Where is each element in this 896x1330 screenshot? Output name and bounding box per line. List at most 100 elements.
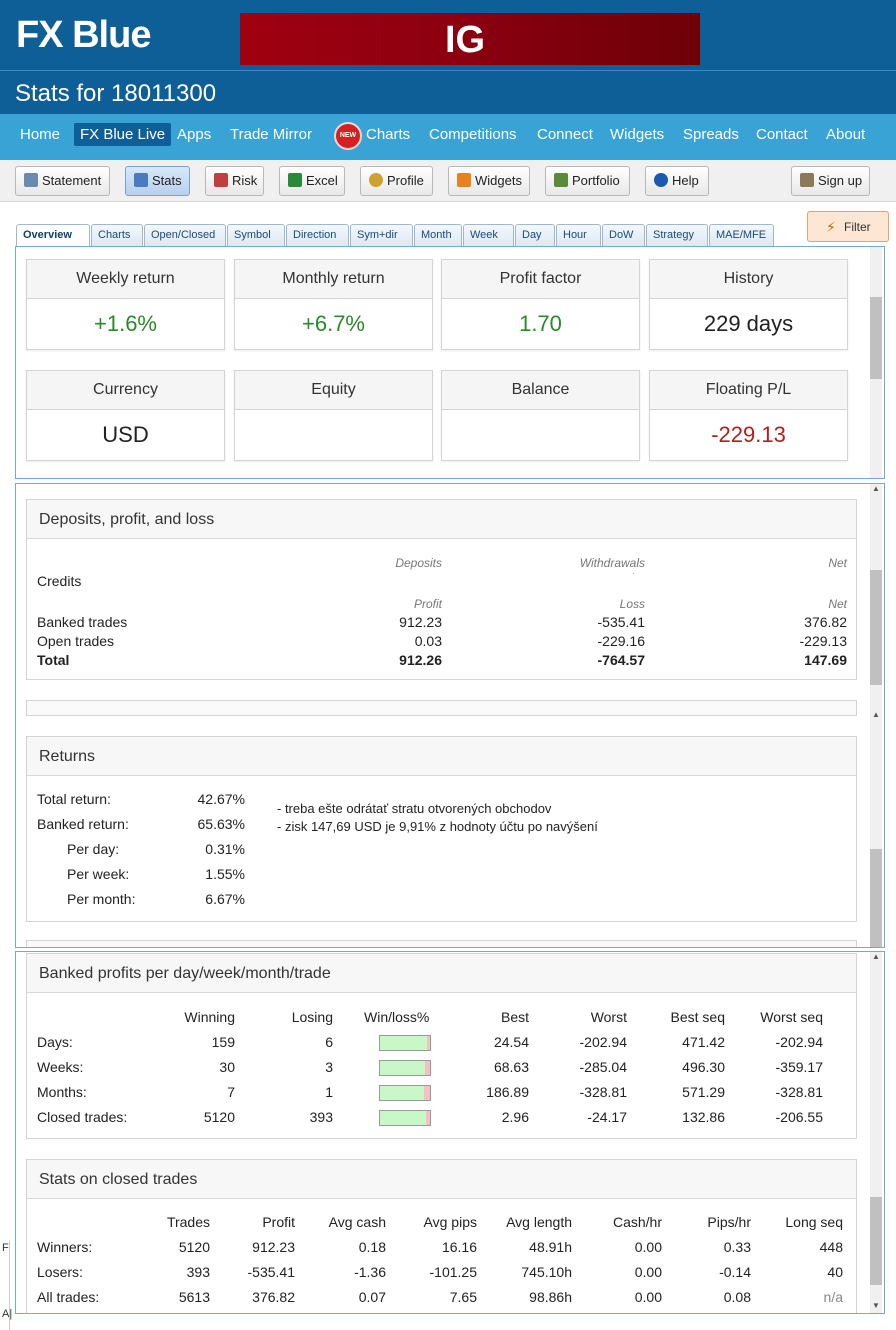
cell: 48.91h bbox=[529, 1239, 572, 1255]
tab-open-closed[interactable]: Open/Closed bbox=[144, 224, 226, 246]
statement-button[interactable]: Statement bbox=[15, 166, 110, 196]
cell: -328.81 bbox=[775, 1084, 823, 1100]
cell: n/a bbox=[823, 1289, 843, 1305]
signup-button[interactable]: Sign up bbox=[791, 166, 870, 196]
cell: 393 bbox=[309, 1109, 333, 1125]
row-label: Per week: bbox=[67, 866, 130, 882]
portfolio-icon bbox=[554, 173, 568, 187]
tab-symbol[interactable]: Symbol bbox=[227, 224, 285, 246]
nav-competitions[interactable]: Competitions bbox=[429, 126, 517, 143]
ad-banner[interactable]: IG bbox=[240, 13, 700, 65]
tab-direction[interactable]: Direction bbox=[286, 224, 349, 246]
stats-button[interactable]: Stats bbox=[125, 166, 190, 196]
col-header: Avg pips bbox=[423, 1214, 477, 1230]
tab-strategy[interactable]: Strategy bbox=[646, 224, 708, 246]
col-header: Long seq bbox=[785, 1214, 843, 1230]
scroll-up-icon[interactable]: ▲ bbox=[870, 952, 882, 964]
row-label: Total return: bbox=[37, 791, 111, 807]
win-loss-bar bbox=[379, 1085, 431, 1101]
cell: 30 bbox=[219, 1059, 235, 1075]
banked-profits-panel: Banked profits per day/week/month/trade … bbox=[26, 953, 857, 1139]
returns-panel: Returns Total return: 42.67% Banked retu… bbox=[26, 736, 857, 922]
scroll-up-icon[interactable]: ▲ bbox=[870, 484, 882, 496]
nav-fxblue-live[interactable]: FX Blue Live bbox=[74, 123, 172, 146]
kpi-weekly-return: Weekly return +1.6% bbox=[26, 259, 225, 350]
tab-month[interactable]: Month bbox=[414, 224, 462, 246]
win-loss-bar-loss bbox=[427, 1036, 430, 1050]
portfolio-button[interactable]: Portfolio bbox=[545, 166, 630, 196]
cell: 16.16 bbox=[441, 1239, 477, 1255]
risk-button[interactable]: Risk bbox=[205, 166, 264, 196]
scrollbar[interactable]: ▲ ▼ bbox=[870, 952, 882, 1313]
row-label: Banked return: bbox=[37, 816, 129, 832]
scroll-down-icon[interactable]: ▼ bbox=[870, 1301, 882, 1313]
cell: 159 bbox=[211, 1034, 235, 1050]
info-icon bbox=[654, 173, 668, 187]
cell: 186.89 bbox=[486, 1084, 529, 1100]
scroll-up-icon[interactable]: ▲ bbox=[870, 710, 882, 722]
cell: -206.55 bbox=[775, 1109, 823, 1125]
profile-button[interactable]: Profile bbox=[360, 166, 433, 196]
cell: 98.86h bbox=[529, 1289, 572, 1305]
row-label: All trades: bbox=[37, 1289, 100, 1305]
excel-icon bbox=[288, 173, 302, 187]
cell: 912.23 bbox=[252, 1239, 295, 1255]
tab-sym-dir[interactable]: Sym+dir bbox=[350, 224, 413, 246]
tab-charts[interactable]: Charts bbox=[91, 224, 143, 246]
kpi-value bbox=[442, 410, 639, 422]
nav-trade-mirror[interactable]: Trade Mirror bbox=[230, 126, 312, 143]
kpi-history: History 229 days bbox=[649, 259, 848, 350]
cell: 1.55% bbox=[205, 866, 245, 882]
kpi-label: Floating P/L bbox=[650, 371, 847, 410]
scrollbar[interactable]: ▲ ▲ bbox=[870, 484, 882, 947]
tab-hour[interactable]: Hour bbox=[556, 224, 601, 246]
risk-icon bbox=[214, 173, 228, 187]
cell: 147.69 bbox=[804, 652, 847, 668]
nav-about[interactable]: About bbox=[826, 126, 865, 143]
win-loss-bar-loss bbox=[424, 1086, 430, 1100]
row-label: Per day: bbox=[67, 841, 120, 857]
scrollbar-thumb[interactable] bbox=[870, 297, 882, 379]
scrollbar-thumb[interactable] bbox=[870, 570, 882, 685]
fxblue-logo[interactable]: FX Blue bbox=[16, 14, 151, 57]
cell: 7 bbox=[227, 1084, 235, 1100]
tab-overview[interactable]: Overview bbox=[16, 224, 90, 247]
row-label: Total bbox=[37, 652, 70, 668]
row-label: Open trades bbox=[37, 633, 115, 649]
excel-button[interactable]: Excel bbox=[279, 166, 345, 196]
cell: 496.30 bbox=[682, 1059, 725, 1075]
nav-contact[interactable]: Contact bbox=[756, 126, 808, 143]
win-loss-bar bbox=[379, 1060, 431, 1076]
kpi-value bbox=[235, 410, 432, 422]
cell: -535.41 bbox=[247, 1264, 295, 1280]
scrollbar-thumb[interactable] bbox=[870, 849, 882, 947]
cell: -229.16 bbox=[597, 633, 645, 649]
background-strip: F A| bbox=[0, 1240, 12, 1330]
kpi-value: USD bbox=[102, 422, 149, 447]
nav-apps[interactable]: Apps bbox=[177, 126, 211, 143]
scrollbar[interactable] bbox=[870, 247, 882, 478]
nav-widgets[interactable]: Widgets bbox=[610, 126, 664, 143]
col-header: Losing bbox=[291, 1009, 333, 1025]
help-button[interactable]: Help bbox=[645, 166, 709, 196]
nav-home[interactable]: Home bbox=[20, 126, 60, 143]
widgets-button[interactable]: Widgets bbox=[448, 166, 530, 196]
tab-week[interactable]: Week bbox=[463, 224, 514, 246]
cell: -535.41 bbox=[597, 614, 645, 630]
tab-dow[interactable]: DoW bbox=[602, 224, 645, 246]
kpi-label: Monthly return bbox=[235, 260, 432, 299]
nav-connect[interactable]: Connect bbox=[537, 126, 593, 143]
cell: 3 bbox=[325, 1059, 333, 1075]
note-text: - treba ešte odrátať stratu otvorených o… bbox=[277, 801, 552, 816]
tab-day[interactable]: Day bbox=[515, 224, 555, 246]
nav-spreads[interactable]: Spreads bbox=[683, 126, 739, 143]
signup-icon bbox=[800, 173, 814, 187]
cell: 448 bbox=[819, 1239, 843, 1255]
cell: 912.26 bbox=[399, 652, 442, 668]
filter-button[interactable]: ⚡ Filter bbox=[807, 211, 889, 242]
nav-charts[interactable]: Charts bbox=[366, 126, 410, 143]
tab-mae-mfe[interactable]: MAE/MFE bbox=[709, 224, 774, 246]
kpi-value: +6.7% bbox=[302, 311, 365, 336]
cell: -101.25 bbox=[429, 1264, 477, 1280]
scrollbar-thumb[interactable] bbox=[870, 1197, 882, 1285]
